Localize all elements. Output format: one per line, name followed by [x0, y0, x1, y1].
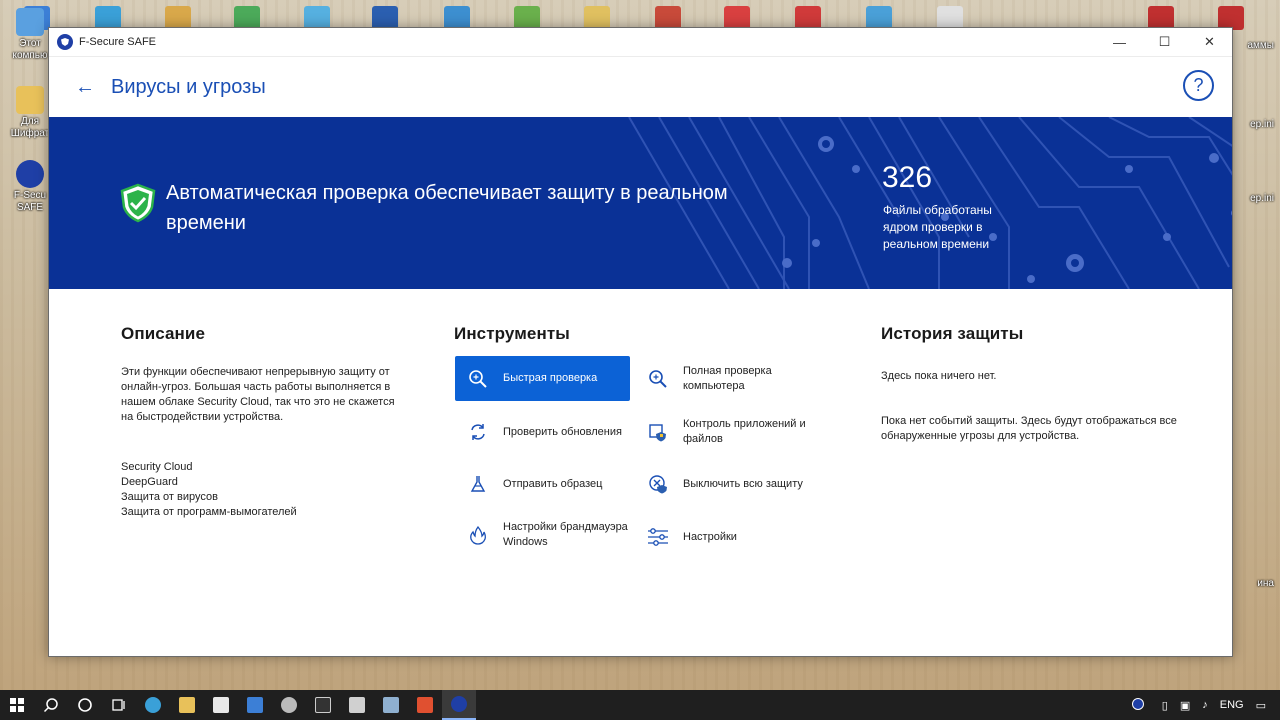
- search-icon: [43, 698, 58, 713]
- history-title: История защиты: [881, 324, 1024, 343]
- back-arrow-icon[interactable]: ←: [75, 76, 99, 99]
- desktop-icon-folder[interactable]: Для Шифрат: [8, 86, 52, 140]
- app-control-button[interactable]: Контроль приложений и файлов: [647, 417, 823, 447]
- taskbar-app-settings[interactable]: [272, 690, 306, 720]
- desktop-label: ep.ini: [1250, 119, 1274, 130]
- computer-icon: [16, 8, 44, 36]
- desktop-label: ep.ini: [1250, 193, 1274, 204]
- desktop-top-icons: [0, 0, 1280, 30]
- full-scan-icon: [647, 368, 669, 390]
- network-icon: [383, 697, 399, 713]
- status-banner: Автоматическая проверка обеспечивает защ…: [49, 117, 1232, 289]
- description-title: Описание: [121, 324, 206, 343]
- settings-button[interactable]: Настройки: [647, 526, 737, 548]
- quick-scan-button[interactable]: Быстрая проверка: [455, 356, 630, 401]
- fsecure-logo-icon: [57, 34, 73, 50]
- search-button[interactable]: [34, 690, 68, 720]
- taskbar-app-edge[interactable]: [136, 690, 170, 720]
- desktop-icon-this-pc[interactable]: Этот компью: [8, 8, 52, 62]
- fsecure-window: F-Secure SAFE — ☐ ✕ ← Вирусы и угрозы ?: [48, 27, 1233, 657]
- refresh-icon: [467, 421, 489, 443]
- window-title: F-Secure SAFE: [79, 36, 157, 48]
- shield-check-icon: [120, 183, 156, 223]
- start-button[interactable]: [0, 690, 34, 720]
- send-sample-icon: [467, 473, 489, 495]
- terminal-icon: [315, 697, 331, 713]
- title-bar[interactable]: F-Secure SAFE — ☐ ✕: [49, 28, 1232, 57]
- windows-logo-icon: [10, 698, 24, 712]
- task-view-button[interactable]: [102, 690, 136, 720]
- store-icon: [213, 697, 229, 713]
- usb-icon[interactable]: ▯: [1162, 699, 1168, 712]
- close-button[interactable]: ✕: [1187, 28, 1232, 57]
- gear-icon: [281, 697, 297, 713]
- feature-list: Security Cloud DeepGuard Защита от вирус…: [121, 460, 297, 520]
- cortana-button[interactable]: [68, 690, 102, 720]
- cortana-icon: [78, 698, 92, 712]
- quick-scan-icon: [467, 368, 489, 390]
- desktop-icon-fsecure[interactable]: F-Secu SAFE: [8, 160, 52, 214]
- fsecure-logo-icon: [451, 696, 467, 712]
- disable-protection-icon: [647, 473, 669, 495]
- network-tray-icon[interactable]: ▣: [1180, 699, 1190, 712]
- help-icon[interactable]: ?: [1183, 70, 1214, 101]
- system-tray: ▯ ▣ ♪ ENG ▭: [1120, 690, 1280, 720]
- taskbar-app-store[interactable]: [204, 690, 238, 720]
- feature-item: Защита от вирусов: [121, 491, 218, 503]
- disable-protection-button[interactable]: Выключить всю защиту: [647, 473, 803, 495]
- taskbar-app-network[interactable]: [374, 690, 408, 720]
- feature-item: Защита от программ-вымогателей: [121, 506, 297, 518]
- description-text: Эти функции обеспечивают непрерывную защ…: [121, 366, 395, 423]
- history-empty-text: Здесь пока ничего нет.: [881, 370, 997, 382]
- page-header: ← Вирусы и угрозы ?: [49, 57, 1232, 117]
- full-scan-button[interactable]: Полная проверка компьютера: [647, 364, 793, 394]
- desktop-label: ина: [1257, 578, 1274, 589]
- maximize-button[interactable]: ☐: [1142, 28, 1187, 57]
- settings-sliders-icon: [647, 526, 669, 548]
- notifications-icon[interactable]: ▭: [1256, 699, 1266, 712]
- files-scanned-label: Файлы обработаны ядром проверки в реальн…: [883, 203, 992, 251]
- firewall-settings-button[interactable]: Настройки брандмауэра Windows: [467, 520, 638, 550]
- feature-item: DeepGuard: [121, 476, 178, 488]
- taskbar: ▯ ▣ ♪ ENG ▭: [0, 690, 1280, 720]
- history-info-text: Пока нет событий защиты. Здесь будут ото…: [881, 415, 1177, 442]
- taskbar-app-tool[interactable]: [340, 690, 374, 720]
- page-title: Вирусы и угрозы: [111, 75, 266, 98]
- check-updates-button[interactable]: Проверить обновления: [467, 421, 622, 443]
- main-content: Описание Эти функции обеспечивают непрер…: [49, 289, 1232, 657]
- fsecure-logo-icon: [16, 160, 44, 188]
- mail-icon: [247, 697, 263, 713]
- task-view-icon: [112, 699, 125, 711]
- recorder-icon: [417, 697, 433, 713]
- taskbar-app-fsecure[interactable]: [442, 690, 476, 720]
- app-icon: [349, 697, 365, 713]
- firewall-icon: [467, 524, 489, 546]
- send-sample-button[interactable]: Отправить образец: [467, 473, 602, 495]
- taskbar-app-cmd[interactable]: [306, 690, 340, 720]
- protection-status-text: Автоматическая проверка обеспечивает защ…: [166, 182, 728, 234]
- app-control-icon: [647, 421, 669, 443]
- folder-icon: [179, 697, 195, 713]
- taskbar-app-explorer[interactable]: [170, 690, 204, 720]
- desktop-label: аммы: [1247, 40, 1275, 51]
- edge-icon: [145, 697, 161, 713]
- taskbar-app-recorder[interactable]: [408, 690, 442, 720]
- folder-icon: [16, 86, 44, 114]
- minimize-button[interactable]: —: [1097, 28, 1142, 57]
- fsecure-tray-icon[interactable]: [1126, 697, 1150, 713]
- language-indicator[interactable]: ENG: [1220, 699, 1244, 711]
- files-scanned-count: 326: [882, 161, 933, 194]
- taskbar-app-mail[interactable]: [238, 690, 272, 720]
- volume-icon[interactable]: ♪: [1202, 699, 1208, 711]
- tools-title: Инструменты: [454, 324, 570, 343]
- feature-item: Security Cloud: [121, 461, 193, 473]
